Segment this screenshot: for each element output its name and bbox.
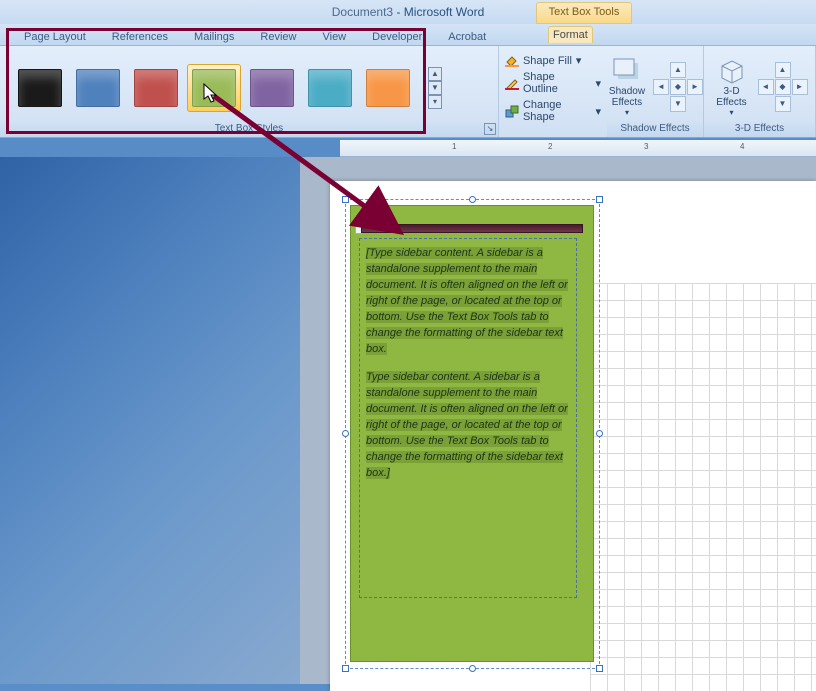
change-shape-label: Change Shape (523, 99, 591, 123)
3d-effects-label: 3-D Effects (712, 86, 752, 108)
change-shape-icon (505, 105, 519, 118)
tilt-down-icon[interactable]: ▼ (775, 96, 791, 112)
dropdown-icon: ▾ (607, 108, 647, 117)
title-sep: - (396, 5, 403, 19)
sidebar-paragraph-2[interactable]: Type sidebar content. A sidebar is a sta… (366, 369, 570, 481)
shape-fill-button[interactable]: Shape Fill ▾ (505, 52, 601, 69)
textbox-content-area[interactable]: [Type sidebar content. A sidebar is a st… (359, 238, 577, 598)
tab-page-layout[interactable]: Page Layout (20, 29, 90, 45)
resize-handle-se[interactable] (596, 665, 603, 672)
tilt-left-icon[interactable]: ◄ (758, 79, 774, 95)
group-3d-effects: 3-D Effects ▾ ▲ ◄◆► ▼ 3-D Effects (704, 46, 816, 137)
dialog-launcher-icon[interactable]: ↘ (484, 123, 496, 135)
app-name: Microsoft Word (404, 5, 484, 19)
contextual-tab-title: Text Box Tools (536, 2, 632, 24)
style-swatch-green[interactable] (192, 69, 236, 107)
ruler-mark: 3 (644, 142, 648, 151)
workspace-background (0, 157, 300, 684)
group-label-3d: 3-D Effects (704, 121, 815, 137)
shadow-nudge-grid: ▲ ◄◆► ▼ (653, 62, 703, 112)
group-shape-tools: Shape Fill ▾ Shape Outline ▾ Change Shap… (499, 46, 607, 137)
style-swatch-orange[interactable] (366, 69, 410, 107)
sidebar-textbox[interactable]: [Type sidebar content. A sidebar is a st… (350, 205, 594, 662)
style-swatch-teal[interactable] (308, 69, 352, 107)
group-label-shadow: Shadow Effects (607, 121, 703, 137)
resize-handle-sw[interactable] (342, 665, 349, 672)
dropdown-icon: ▾ (595, 105, 601, 118)
shape-outline-button[interactable]: Shape Outline ▾ (505, 69, 601, 97)
nudge-up-icon[interactable]: ▲ (670, 62, 686, 78)
resize-handle-nw[interactable] (342, 196, 349, 203)
document-area: [Type sidebar content. A sidebar is a st… (300, 157, 816, 684)
gallery-scroll-up-icon[interactable]: ▲ (428, 67, 442, 81)
tab-view[interactable]: View (318, 29, 350, 45)
tilt-right-icon[interactable]: ► (792, 79, 808, 95)
tab-references[interactable]: References (108, 29, 172, 45)
style-swatch-blue[interactable] (76, 69, 120, 107)
resize-handle-ne[interactable] (596, 196, 603, 203)
ribbon-tabs: Page Layout References Mailings Review V… (0, 24, 816, 46)
shadow-icon (611, 56, 643, 84)
nudge-right-icon[interactable]: ► (687, 79, 703, 95)
styles-gallery: ▲ ▼ ▾ (0, 46, 498, 121)
sidebar-paragraph-1[interactable]: [Type sidebar content. A sidebar is a st… (366, 245, 570, 357)
ribbon: ▲ ▼ ▾ Text Box Styles ↘ Shape Fill ▾ (0, 46, 816, 138)
title-bar: Document3 - Microsoft Word Text Box Tool… (0, 0, 816, 24)
textbox-accent-bar (361, 224, 583, 233)
group-label-styles: Text Box Styles ↘ (0, 121, 498, 137)
tab-review[interactable]: Review (256, 29, 300, 45)
tab-mailings[interactable]: Mailings (190, 29, 238, 45)
document-name: Document3 (332, 5, 393, 19)
group-text-box-styles: ▲ ▼ ▾ Text Box Styles ↘ (0, 46, 499, 137)
style-swatch-black[interactable] (18, 69, 62, 107)
gallery-more-icon[interactable]: ▾ (428, 95, 442, 109)
gridlines (590, 283, 816, 691)
style-swatch-purple[interactable] (250, 69, 294, 107)
tab-acrobat[interactable]: Acrobat (444, 29, 490, 45)
group-shadow-effects: Shadow Effects ▾ ▲ ◄◆► ▼ Shadow Effects (607, 46, 704, 137)
resize-handle-e[interactable] (596, 430, 603, 437)
3d-tilt-grid: ▲ ◄◆► ▼ (758, 62, 808, 112)
pencil-icon (505, 77, 519, 90)
dropdown-icon: ▾ (576, 54, 582, 67)
nudge-down-icon[interactable]: ▼ (670, 96, 686, 112)
window-title: Document3 - Microsoft Word (0, 5, 816, 19)
horizontal-ruler[interactable]: 1 2 3 4 (340, 140, 816, 157)
shadow-effects-button[interactable]: Shadow Effects ▾ (607, 56, 647, 117)
shape-outline-label: Shape Outline (523, 71, 591, 95)
gallery-scroll-down-icon[interactable]: ▼ (428, 81, 442, 95)
ruler-mark: 1 (452, 142, 456, 151)
shadow-toggle-icon[interactable]: ◆ (670, 79, 686, 95)
document-page[interactable]: [Type sidebar content. A sidebar is a st… (330, 181, 816, 691)
cube-icon (716, 56, 748, 84)
tab-developer[interactable]: Developer (368, 29, 426, 45)
dropdown-icon: ▾ (595, 77, 601, 90)
ruler-mark: 2 (548, 142, 552, 151)
tilt-up-icon[interactable]: ▲ (775, 62, 791, 78)
change-shape-button[interactable]: Change Shape ▾ (505, 97, 601, 125)
resize-handle-n[interactable] (469, 196, 476, 203)
shadow-effects-label: Shadow Effects (607, 86, 647, 108)
dropdown-icon: ▾ (712, 108, 752, 117)
paint-bucket-icon (505, 54, 519, 67)
nudge-left-icon[interactable]: ◄ (653, 79, 669, 95)
resize-handle-w[interactable] (342, 430, 349, 437)
3d-effects-button[interactable]: 3-D Effects ▾ (712, 56, 752, 117)
shape-fill-label: Shape Fill (523, 55, 572, 67)
3d-toggle-icon[interactable]: ◆ (775, 79, 791, 95)
style-swatch-red[interactable] (134, 69, 178, 107)
gallery-scroll: ▲ ▼ ▾ (428, 67, 442, 109)
ruler-mark: 4 (740, 142, 744, 151)
tab-format[interactable]: Format (548, 26, 593, 43)
resize-handle-s[interactable] (469, 665, 476, 672)
